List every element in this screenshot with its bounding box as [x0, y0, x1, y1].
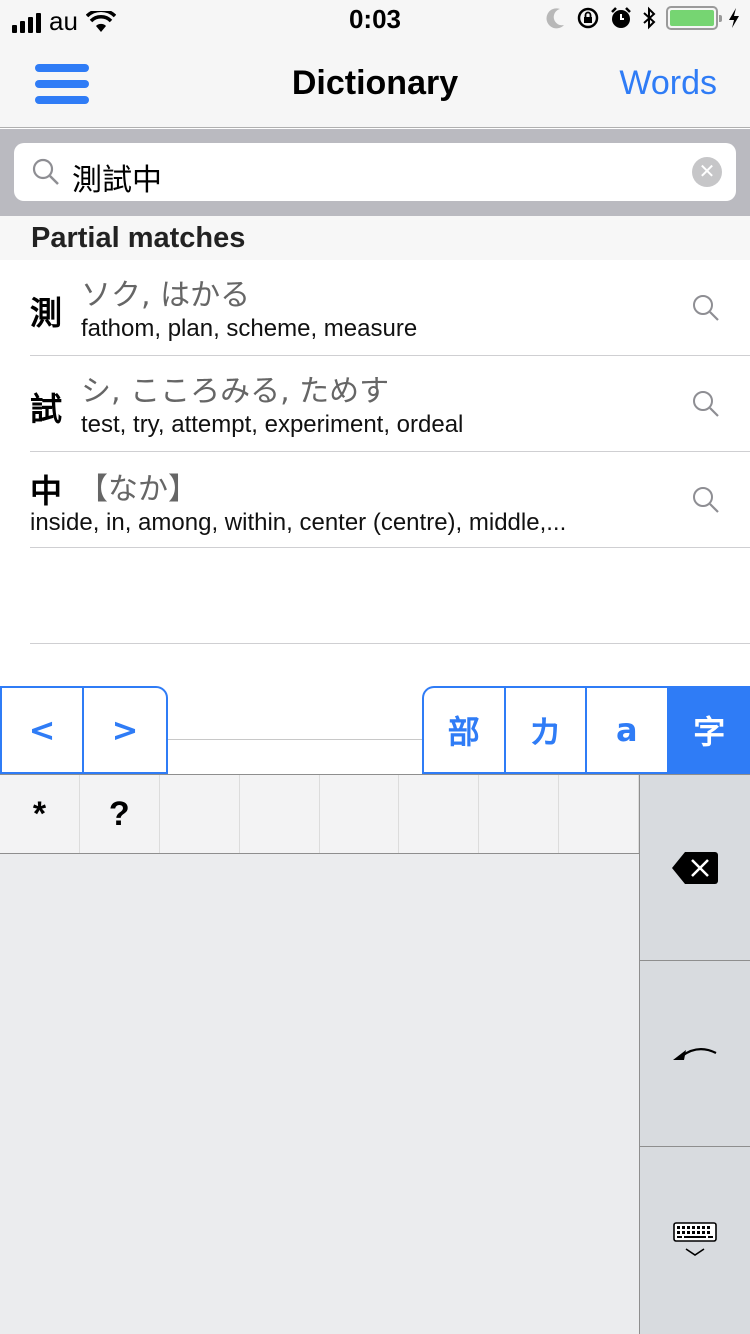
- search-icon[interactable]: [692, 390, 720, 418]
- key-question[interactable]: ?: [80, 775, 160, 853]
- input-mode-bar: < > 部 カ a 字: [0, 686, 750, 774]
- alarm-icon: [611, 7, 631, 28]
- search-icon[interactable]: [692, 294, 720, 322]
- word-meaning: inside, in, among, within, center (centr…: [30, 509, 567, 536]
- forward-button[interactable]: >: [84, 688, 166, 772]
- words-button[interactable]: Words: [619, 64, 717, 103]
- kanji-character: 測: [30, 294, 63, 332]
- tab-romaji[interactable]: a: [587, 688, 669, 772]
- kanji-meaning: test, try, attempt, experiment, ordeal: [81, 411, 464, 438]
- kanji-meaning: fathom, plan, scheme, measure: [81, 315, 418, 342]
- clear-search-button[interactable]: ✕: [692, 157, 722, 187]
- divider: [163, 739, 423, 740]
- custom-keyboard: * ?: [0, 774, 750, 1334]
- search-input[interactable]: 測試中 ✕: [14, 143, 736, 201]
- search-icon[interactable]: [692, 486, 720, 514]
- section-title: Partial matches: [31, 222, 246, 254]
- word-reading: 【なか】: [78, 472, 198, 507]
- kanji-reading: ソク, はかる: [81, 278, 251, 313]
- rotation-lock-icon: [577, 7, 599, 29]
- list-item[interactable]: 中 【なか】 inside, in, among, within, center…: [30, 452, 750, 548]
- hide-keyboard-icon: [673, 1222, 717, 1256]
- battery-icon: [666, 6, 722, 30]
- list-item[interactable]: 測 ソク, はかる fathom, plan, scheme, measure: [30, 260, 750, 356]
- back-button[interactable]: <: [2, 688, 84, 772]
- key-empty[interactable]: [559, 775, 639, 853]
- tab-radical[interactable]: 部: [424, 688, 506, 772]
- key-empty[interactable]: [240, 775, 320, 853]
- charging-icon: [729, 8, 739, 28]
- moon-icon: [546, 8, 564, 29]
- key-empty[interactable]: [399, 775, 480, 853]
- word-kanji: 中: [30, 472, 63, 510]
- section-header: Partial matches: [0, 216, 750, 260]
- empty-row: [30, 548, 750, 644]
- navigation-bar: Dictionary Words: [0, 40, 750, 128]
- key-empty[interactable]: [479, 775, 560, 853]
- delete-button[interactable]: [640, 775, 750, 961]
- delete-icon: [672, 851, 718, 884]
- key-row: * ?: [0, 775, 639, 854]
- key-asterisk[interactable]: *: [0, 775, 80, 853]
- key-empty[interactable]: [160, 775, 240, 853]
- history-nav-group: < >: [0, 686, 168, 774]
- tab-kanji[interactable]: 字: [668, 688, 750, 772]
- hide-keyboard-button[interactable]: [640, 1147, 750, 1333]
- list-item[interactable]: 試 シ, こころみる, ためす test, try, attempt, expe…: [30, 356, 750, 452]
- keyboard-side-keys: [639, 775, 750, 1334]
- search-bar-container: 測試中 ✕: [0, 129, 750, 216]
- key-empty[interactable]: [320, 775, 400, 853]
- undo-button[interactable]: [640, 961, 750, 1147]
- kanji-reading: シ, こころみる, ためす: [81, 374, 390, 409]
- mode-tabs: 部 カ a 字: [422, 686, 750, 774]
- search-icon: [32, 158, 59, 185]
- tab-kana[interactable]: カ: [506, 688, 587, 772]
- results-list: 測 ソク, はかる fathom, plan, scheme, measure …: [0, 260, 750, 644]
- status-bar: au 0:03: [0, 0, 750, 40]
- bluetooth-icon: [643, 6, 656, 30]
- kanji-character: 試: [30, 390, 63, 428]
- search-input-value[interactable]: 測試中: [72, 155, 162, 199]
- undo-icon: [673, 1047, 717, 1060]
